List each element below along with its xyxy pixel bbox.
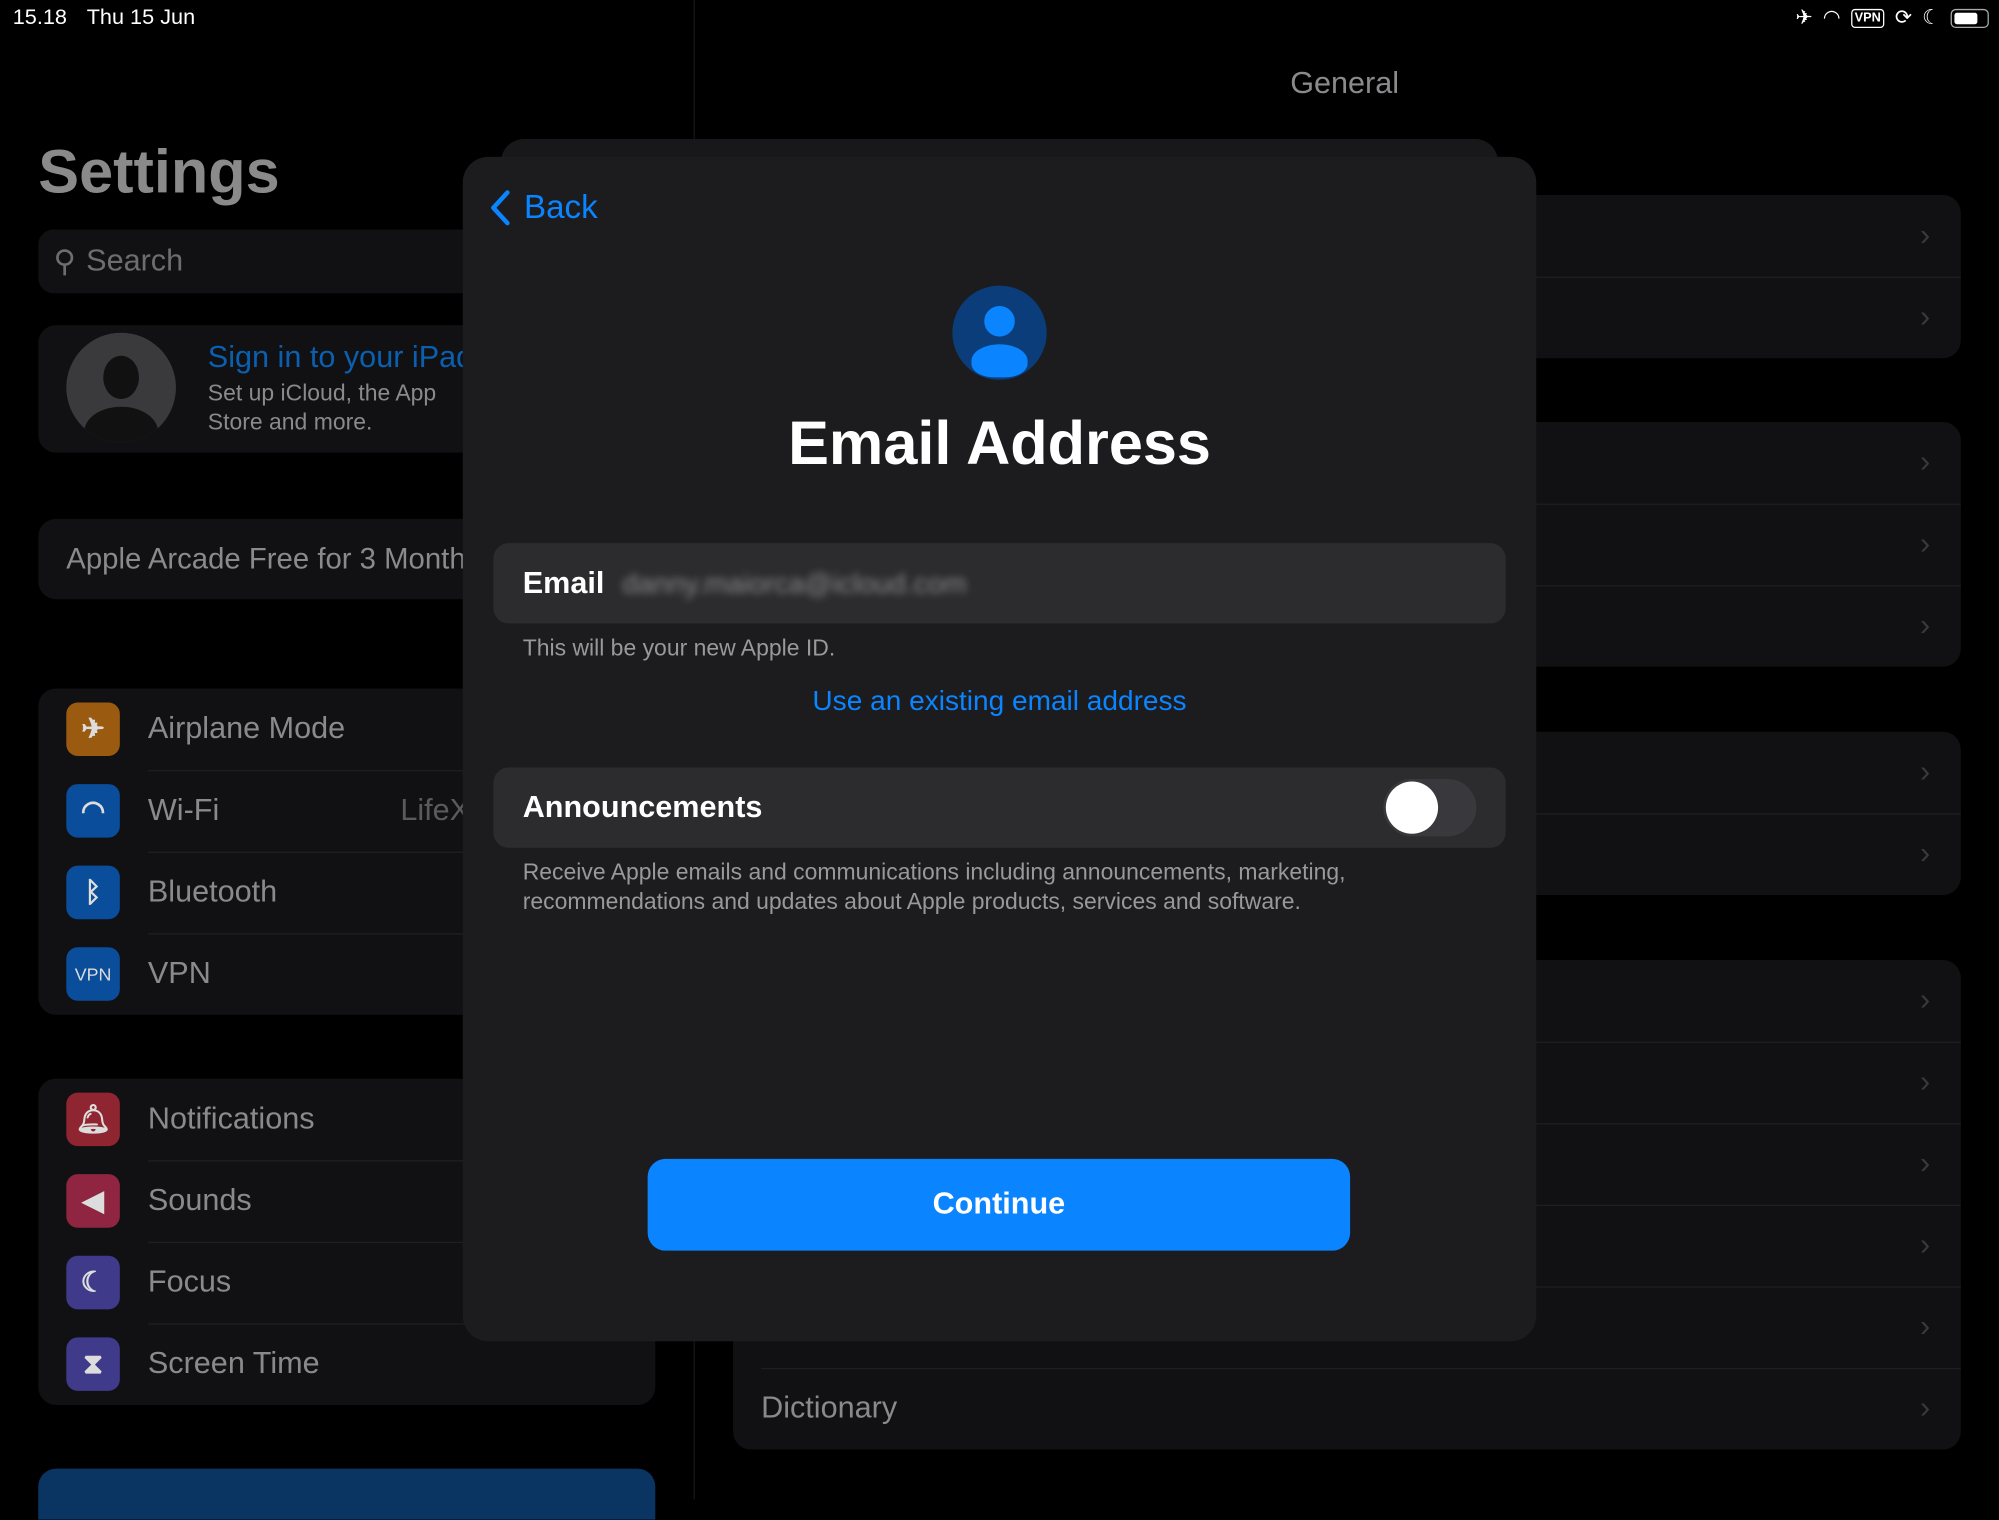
status-icons: ✈ ◠ VPN ⟳ ☾ bbox=[1795, 5, 1989, 30]
sidebar-item-label: Airplane Mode bbox=[147, 711, 346, 746]
screen: 15.18 Thu 15 Jun ✈ ◠ VPN ⟳ ☾ Settings ⚲ … bbox=[0, 0, 1999, 1520]
person-icon bbox=[952, 285, 1047, 380]
chevron-right-icon: › bbox=[1919, 444, 1931, 480]
speaker-icon: ◀ bbox=[66, 1174, 120, 1228]
email-address-sheet: Back Email Address Email danny.maiorca@i… bbox=[462, 156, 1537, 1342]
sidebar-item-label: VPN bbox=[147, 956, 211, 991]
email-field[interactable]: Email danny.maiorca@icloud.com bbox=[493, 543, 1506, 624]
chevron-left-icon bbox=[491, 189, 510, 225]
signin-title: Sign in to your iPad bbox=[207, 340, 474, 375]
wifi-icon: ◠ bbox=[1822, 7, 1841, 30]
status-time: 15.18 bbox=[12, 5, 67, 30]
email-value[interactable]: danny.maiorca@icloud.com bbox=[622, 567, 966, 600]
chevron-right-icon: › bbox=[1919, 1390, 1931, 1426]
airplane-icon: ✈ bbox=[66, 702, 120, 757]
avatar bbox=[66, 332, 176, 443]
chevron-right-icon: › bbox=[1919, 1064, 1931, 1099]
sidebar-item-label: Bluetooth bbox=[147, 874, 278, 910]
sheet-title: Email Address bbox=[788, 410, 1211, 479]
continue-button[interactable]: Continue bbox=[647, 1158, 1351, 1251]
announcements-label: Announcements bbox=[522, 789, 763, 825]
announcements-note: Receive Apple emails and communications … bbox=[522, 859, 1346, 915]
moon-icon: ☾ bbox=[1922, 7, 1941, 30]
hourglass-icon: ⧗ bbox=[66, 1337, 120, 1391]
email-note: This will be your new Apple ID. bbox=[522, 634, 836, 661]
chevron-right-icon: › bbox=[1919, 1309, 1931, 1344]
status-date: Thu 15 Jun bbox=[86, 5, 196, 30]
back-button[interactable]: Back bbox=[488, 187, 598, 227]
announcements-toggle[interactable] bbox=[1383, 778, 1477, 837]
chevron-right-icon: › bbox=[1919, 754, 1931, 790]
detail-row-label: Dictionary bbox=[761, 1390, 898, 1426]
battery-icon bbox=[1950, 8, 1989, 28]
chevron-right-icon: › bbox=[1919, 1146, 1931, 1181]
chevron-right-icon: › bbox=[1919, 1227, 1931, 1263]
announcements-row: Announcements bbox=[493, 767, 1506, 848]
bell-icon: 🔔︎ bbox=[66, 1092, 120, 1147]
search-placeholder: Search bbox=[86, 243, 184, 278]
detail-row[interactable]: Dictionary › bbox=[733, 1367, 1961, 1450]
use-existing-email-link[interactable]: Use an existing email address bbox=[463, 685, 1536, 718]
chevron-right-icon: › bbox=[1919, 836, 1931, 871]
airplane-icon: ✈ bbox=[1795, 7, 1813, 30]
sidebar-item-value: LifeX bbox=[400, 792, 471, 828]
chevron-right-icon: › bbox=[1919, 526, 1931, 561]
sidebar-item-label: Wi-Fi bbox=[147, 792, 220, 828]
back-label: Back bbox=[523, 187, 598, 226]
sidebar-item-label: Focus bbox=[147, 1264, 232, 1300]
signin-subtitle: Set up iCloud, the App Store and more. bbox=[207, 379, 437, 435]
wifi-icon: ◠ bbox=[66, 784, 120, 838]
sidebar-item-label: Notifications bbox=[147, 1101, 315, 1136]
sidebar-item-general[interactable] bbox=[38, 1468, 656, 1520]
search-icon: ⚲ bbox=[53, 244, 76, 279]
detail-title: General bbox=[1290, 66, 1400, 101]
vpn-icon: VPN bbox=[1850, 8, 1885, 28]
chevron-right-icon: › bbox=[1919, 608, 1931, 643]
sidebar-title: Settings bbox=[38, 138, 280, 207]
email-label: Email bbox=[522, 565, 605, 600]
chevron-right-icon: › bbox=[1919, 982, 1931, 1018]
bluetooth-icon: ᛒ bbox=[66, 865, 120, 920]
rotation-lock-icon: ⟳ bbox=[1894, 7, 1912, 30]
sidebar-item-label: Screen Time bbox=[147, 1346, 320, 1381]
vpn-icon: VPN bbox=[66, 947, 120, 1001]
sidebar-item-label: Sounds bbox=[147, 1183, 252, 1218]
moon-icon: ☾ bbox=[66, 1255, 120, 1310]
chevron-right-icon: › bbox=[1919, 299, 1931, 335]
chevron-right-icon: › bbox=[1919, 218, 1931, 253]
